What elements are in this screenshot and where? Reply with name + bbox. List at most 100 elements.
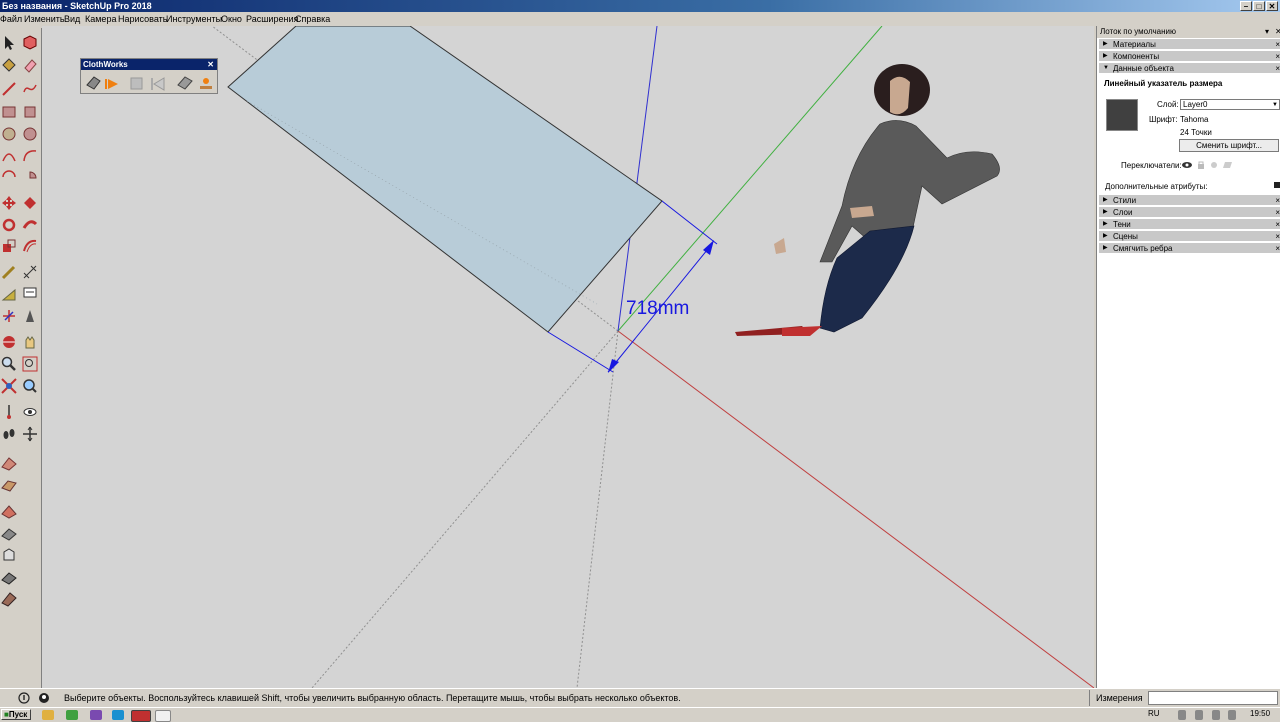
menu-draw[interactable]: Нарисовать [118, 13, 167, 25]
sandbox-icon-1[interactable] [0, 454, 18, 472]
cloth-settings-icon[interactable] [86, 76, 101, 90]
skype-icon[interactable] [112, 710, 124, 720]
tray-icon-4[interactable] [1228, 710, 1236, 720]
clothworks-title-bar[interactable]: ClothWorks ✕ [81, 59, 217, 70]
tray-icon-3[interactable] [1212, 710, 1220, 720]
lock-toggle-icon[interactable] [1198, 161, 1204, 169]
menu-edit[interactable]: Изменить [24, 13, 65, 25]
drawing-viewport[interactable]: 718mm [42, 26, 1094, 688]
pan-tool-icon[interactable] [21, 333, 39, 351]
explorer-icon[interactable] [42, 710, 54, 720]
browser-icon[interactable] [66, 710, 78, 720]
chevron-down-icon[interactable]: ▼ [1272, 100, 1278, 110]
close-window-button[interactable]: ✕ [1266, 1, 1278, 11]
section-close-icon[interactable]: × [1275, 243, 1280, 254]
geo-location-icon[interactable] [18, 692, 30, 704]
menu-extensions[interactable]: Расширения [246, 13, 298, 25]
tray-icon-2[interactable] [1195, 710, 1203, 720]
sketchup-task-icon[interactable] [131, 710, 151, 722]
position-camera-icon[interactable] [0, 403, 18, 421]
dimension-tool-icon[interactable] [21, 263, 39, 281]
measurements-input[interactable] [1148, 691, 1278, 705]
axes-tool-icon[interactable] [0, 307, 18, 325]
section-close-icon[interactable]: × [1275, 219, 1280, 230]
menu-help[interactable]: Справка [295, 13, 330, 25]
pie-tool-icon[interactable] [21, 169, 39, 187]
look-around-icon[interactable] [21, 403, 39, 421]
minimize-button[interactable]: – [1240, 1, 1252, 11]
freehand-tool-icon[interactable] [21, 80, 39, 98]
select-tool-icon[interactable] [0, 34, 18, 52]
tray-pin-icon[interactable]: ▾ [1265, 26, 1269, 38]
previous-view-icon[interactable] [21, 377, 39, 395]
protractor-icon[interactable] [0, 285, 18, 303]
section-layers[interactable]: ▶ Слои × [1099, 207, 1280, 218]
section-plane-icon[interactable] [21, 425, 39, 443]
walk-tool-icon[interactable] [0, 425, 18, 443]
maximize-button[interactable]: □ [1253, 1, 1265, 11]
menu-tools[interactable]: Инструменты [166, 13, 222, 25]
section-close-icon[interactable]: × [1275, 207, 1280, 218]
polygon-tool-icon[interactable] [21, 125, 39, 143]
offset-tool-icon[interactable] [21, 237, 39, 255]
zoom-extents-icon[interactable] [0, 377, 18, 395]
tray-icon-1[interactable] [1178, 710, 1186, 720]
section-close-icon[interactable]: × [1275, 231, 1280, 242]
move-tool-icon[interactable] [0, 194, 18, 212]
section-close-icon[interactable]: × [1275, 51, 1280, 62]
sandbox-icon-3[interactable] [0, 502, 18, 520]
section-close-icon[interactable]: × [1275, 63, 1280, 74]
menu-window[interactable]: Окно [221, 13, 242, 25]
arc-tool-icon[interactable] [0, 147, 18, 165]
stop-simulation-icon[interactable] [130, 77, 143, 90]
start-button[interactable]: ■Пуск [1, 709, 31, 720]
follow-me-icon[interactable] [21, 216, 39, 234]
pin-vertex-icon[interactable] [200, 78, 212, 89]
rotated-rectangle-icon[interactable] [21, 103, 39, 121]
cloth-collision-icon[interactable] [177, 76, 193, 90]
two-point-arc-icon[interactable] [21, 147, 39, 165]
eraser-icon[interactable] [21, 56, 39, 74]
cast-shadows-icon[interactable] [1223, 162, 1232, 168]
section-close-icon[interactable]: × [1275, 39, 1280, 50]
circle-tool-icon[interactable] [0, 125, 18, 143]
menu-camera[interactable]: Камера [85, 13, 116, 25]
menu-file[interactable]: Файл [0, 13, 22, 25]
sandbox-icon-4[interactable] [0, 524, 18, 542]
3d-text-icon[interactable] [21, 307, 39, 325]
push-pull-icon[interactable] [21, 194, 39, 212]
reset-simulation-icon[interactable] [151, 77, 165, 91]
rotate-tool-icon[interactable] [0, 216, 18, 234]
section-shadows[interactable]: ▶ Тени × [1099, 219, 1280, 230]
section-close-icon[interactable]: × [1275, 195, 1280, 206]
person-figure[interactable] [735, 64, 1000, 336]
sandbox-icon-6[interactable] [0, 568, 18, 586]
component-tool-icon[interactable] [21, 34, 39, 52]
layer-select[interactable]: Layer0 ▼ [1180, 99, 1280, 110]
paint-bucket-icon[interactable] [0, 56, 18, 74]
section-styles[interactable]: ▶ Стили × [1099, 195, 1280, 206]
clothworks-close-button[interactable]: ✕ [207, 59, 214, 70]
line-tool-icon[interactable] [0, 80, 18, 98]
rectangle-tool-icon[interactable] [0, 103, 18, 121]
orbit-tool-icon[interactable] [0, 333, 18, 351]
user-account-icon[interactable] [38, 692, 50, 704]
tape-measure-icon[interactable] [0, 263, 18, 281]
visible-toggle-icon[interactable] [1182, 162, 1192, 168]
zoom-window-icon[interactable] [21, 355, 39, 373]
section-entity-info[interactable]: ▼ Данные объекта × [1099, 63, 1280, 74]
change-font-button[interactable]: Сменить шрифт... [1179, 139, 1279, 152]
sandbox-icon-2[interactable] [0, 476, 18, 494]
viber-icon[interactable] [90, 710, 102, 720]
language-indicator[interactable]: RU [1148, 709, 1160, 718]
zoom-tool-icon[interactable] [0, 355, 18, 373]
receive-shadows-icon[interactable] [1211, 162, 1217, 168]
play-simulation-icon[interactable] [105, 79, 118, 89]
tray-close-icon[interactable]: ✕ [1275, 26, 1280, 38]
section-materials[interactable]: ▶ Материалы × [1099, 39, 1280, 50]
menu-view[interactable]: Вид [64, 13, 80, 25]
section-soften-edges[interactable]: ▶ Смягчить ребра × [1099, 243, 1280, 254]
scene-canvas[interactable]: 718mm [42, 26, 1094, 688]
section-components[interactable]: ▶ Компоненты × [1099, 51, 1280, 62]
window-task-icon[interactable] [155, 710, 171, 722]
